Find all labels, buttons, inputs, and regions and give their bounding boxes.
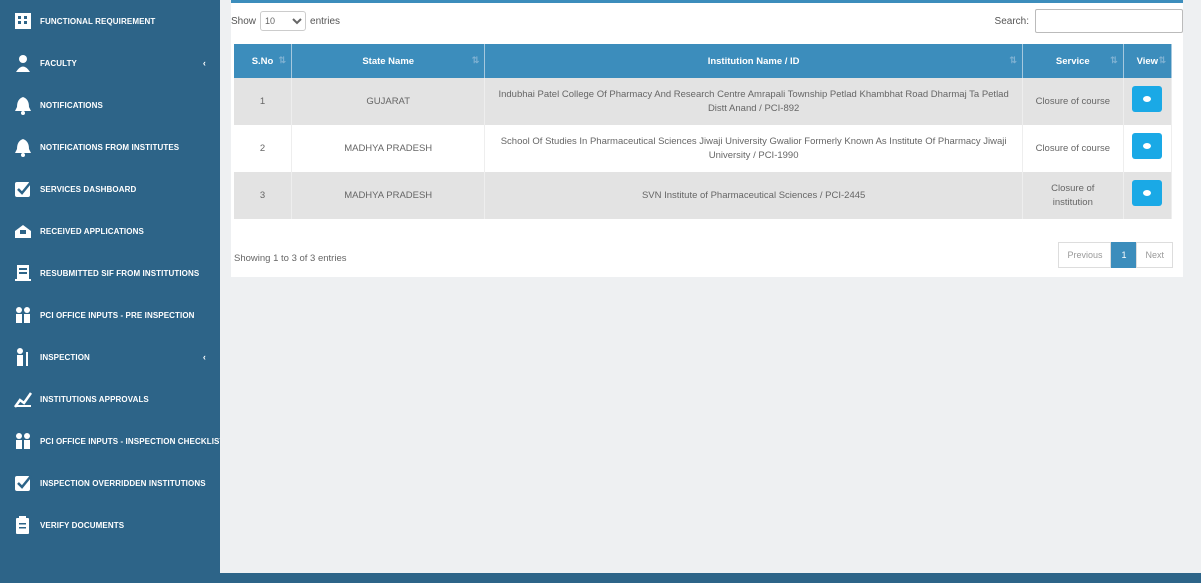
clipboard-icon <box>12 514 34 536</box>
sidebar-item-label: RESUBMITTED SIF FROM INSTITUTIONS <box>40 268 200 278</box>
main-content: Show 10 entries Search: S.No ⇅ State Name… <box>220 0 1201 573</box>
previous-button[interactable]: Previous <box>1058 242 1112 268</box>
sidebar-item-label: NOTIFICATIONS <box>40 100 103 110</box>
chart-icon <box>12 388 34 410</box>
sidebar-item-inspection[interactable]: INSPECTION ‹ <box>0 336 220 378</box>
cell-sno: 3 <box>234 172 293 219</box>
people-icon <box>12 304 34 326</box>
view-button[interactable] <box>1132 133 1163 159</box>
sort-icon: ⇅ <box>1009 55 1017 65</box>
cell-sno: 1 <box>234 78 293 125</box>
cell-institution: Indubhai Patel College Of Pharmacy And R… <box>484 78 1023 125</box>
checkbox-icon <box>12 178 34 200</box>
table-controls: Show 10 entries Search: <box>231 9 1183 37</box>
sidebar: FUNCTIONAL REQUIREMENT FACULTY ‹ NOTIFIC… <box>0 0 220 583</box>
column-header-state-name[interactable]: State Name ⇅ <box>291 44 486 78</box>
column-header-service[interactable]: Service ⇅ <box>1022 44 1124 78</box>
sidebar-item-verify-documents[interactable]: VERIFY DOCUMENTS <box>0 504 220 546</box>
inbox-icon <box>12 220 34 242</box>
sidebar-item-label: FUNCTIONAL REQUIREMENT <box>40 16 156 26</box>
cell-service: Closure of institution <box>1022 172 1124 219</box>
table-row: 1 GUJARAT Indubhai Patel College Of Phar… <box>234 78 1173 125</box>
pagination: Previous 1 Next <box>1058 242 1173 268</box>
search-label: Search: <box>994 15 1029 27</box>
sidebar-item-label: FACULTY <box>40 58 77 68</box>
cell-view <box>1123 172 1173 219</box>
column-header-sno[interactable]: S.No ⇅ <box>234 44 293 78</box>
cell-sno: 2 <box>234 125 293 172</box>
entries-label: entries <box>310 15 341 27</box>
view-button[interactable] <box>1132 86 1163 112</box>
sidebar-item-label: PCI OFFICE INPUTS - PRE INSPECTION <box>40 310 195 320</box>
view-button[interactable] <box>1132 180 1163 206</box>
sidebar-item-pci-office-inspection-checklist[interactable]: PCI OFFICE INPUTS - INSPECTION CHECKLIST <box>0 420 220 462</box>
sidebar-item-label: VERIFY DOCUMENTS <box>40 520 125 530</box>
bell-icon <box>12 136 34 158</box>
page-size-control: Show 10 entries <box>231 11 340 31</box>
eye-icon <box>1143 143 1152 149</box>
sidebar-item-label: INSPECTION <box>40 352 90 362</box>
next-button[interactable]: Next <box>1136 242 1173 268</box>
sort-icon: ⇅ <box>1110 55 1118 65</box>
chevron-left-icon: ‹ <box>202 352 206 362</box>
sort-icon: ⇅ <box>278 55 287 65</box>
sidebar-item-notifications[interactable]: NOTIFICATIONS <box>0 84 220 126</box>
bell-icon <box>12 94 34 116</box>
sidebar-item-resubmitted-sif[interactable]: RESUBMITTED SIF FROM INSTITUTIONS <box>0 252 220 294</box>
cell-view <box>1123 125 1173 172</box>
building-icon <box>12 10 34 32</box>
cell-state: GUJARAT <box>291 78 486 125</box>
sidebar-item-functional-requirement[interactable]: FUNCTIONAL REQUIREMENT <box>0 0 220 42</box>
column-header-view[interactable]: View ⇅ <box>1123 44 1173 78</box>
cell-state: MADHYA PRADESH <box>291 172 486 219</box>
page-size-select[interactable]: 10 <box>260 11 307 31</box>
bottom-bar <box>0 573 1201 583</box>
eye-icon <box>1143 96 1152 102</box>
sidebar-item-pci-office-pre-inspection[interactable]: PCI OFFICE INPUTS - PRE INSPECTION <box>0 294 220 336</box>
chevron-left-icon: ‹ <box>202 58 206 68</box>
people-icon <box>12 430 34 452</box>
sort-icon: ⇅ <box>471 55 480 65</box>
search-input[interactable] <box>1035 9 1183 33</box>
person-icon <box>12 52 34 74</box>
cell-institution: SVN Institute of Pharmaceutical Sciences… <box>484 172 1023 219</box>
eye-icon <box>1143 190 1152 196</box>
document-icon <box>12 262 34 284</box>
sort-icon: ⇅ <box>1158 55 1166 65</box>
page-button-1[interactable]: 1 <box>1111 242 1137 268</box>
sidebar-item-notifications-from-institutes[interactable]: NOTIFICATIONS FROM INSTITUTES <box>0 126 220 168</box>
cell-service: Closure of course <box>1022 78 1124 125</box>
sidebar-item-label: NOTIFICATIONS FROM INSTITUTES <box>40 142 180 152</box>
sidebar-item-inspection-overridden[interactable]: INSPECTION OVERRIDDEN INSTITUTIONS <box>0 462 220 504</box>
sidebar-item-received-applications[interactable]: RECEIVED APPLICATIONS <box>0 210 220 252</box>
show-label: Show <box>231 15 257 27</box>
sidebar-item-label: INSPECTION OVERRIDDEN INSTITUTIONS <box>40 478 206 488</box>
column-header-institution[interactable]: Institution Name / ID ⇅ <box>484 44 1023 78</box>
table-row: 2 MADHYA PRADESH School Of Studies In Ph… <box>234 125 1173 172</box>
sidebar-item-label: INSTITUTIONS APPROVALS <box>40 394 149 404</box>
table-row: 3 MADHYA PRADESH SVN Institute of Pharma… <box>234 172 1173 219</box>
sidebar-item-services-dashboard[interactable]: SERVICES DASHBOARD <box>0 168 220 210</box>
sidebar-item-institutions-approvals[interactable]: INSTITUTIONS APPROVALS <box>0 378 220 420</box>
cell-view <box>1123 78 1173 125</box>
applications-table: S.No ⇅ State Name ⇅ Institution Name / ID ⇅… <box>234 44 1173 219</box>
sidebar-item-label: RECEIVED APPLICATIONS <box>40 226 144 236</box>
sidebar-item-label: PCI OFFICE INPUTS - INSPECTION CHECKLIST <box>40 436 220 446</box>
sidebar-item-label: SERVICES DASHBOARD <box>40 184 137 194</box>
cell-institution: School Of Studies In Pharmaceutical Scie… <box>484 125 1023 172</box>
inspector-icon <box>12 346 34 368</box>
cell-state: MADHYA PRADESH <box>291 125 486 172</box>
sidebar-item-faculty[interactable]: FACULTY ‹ <box>0 42 220 84</box>
cell-service: Closure of course <box>1022 125 1124 172</box>
checkbox-icon <box>12 472 34 494</box>
search-control: Search: <box>995 9 1183 33</box>
table-info: Showing 1 to 3 of 3 entries <box>234 253 347 264</box>
applications-card: Show 10 entries Search: S.No ⇅ State Name… <box>231 0 1183 277</box>
